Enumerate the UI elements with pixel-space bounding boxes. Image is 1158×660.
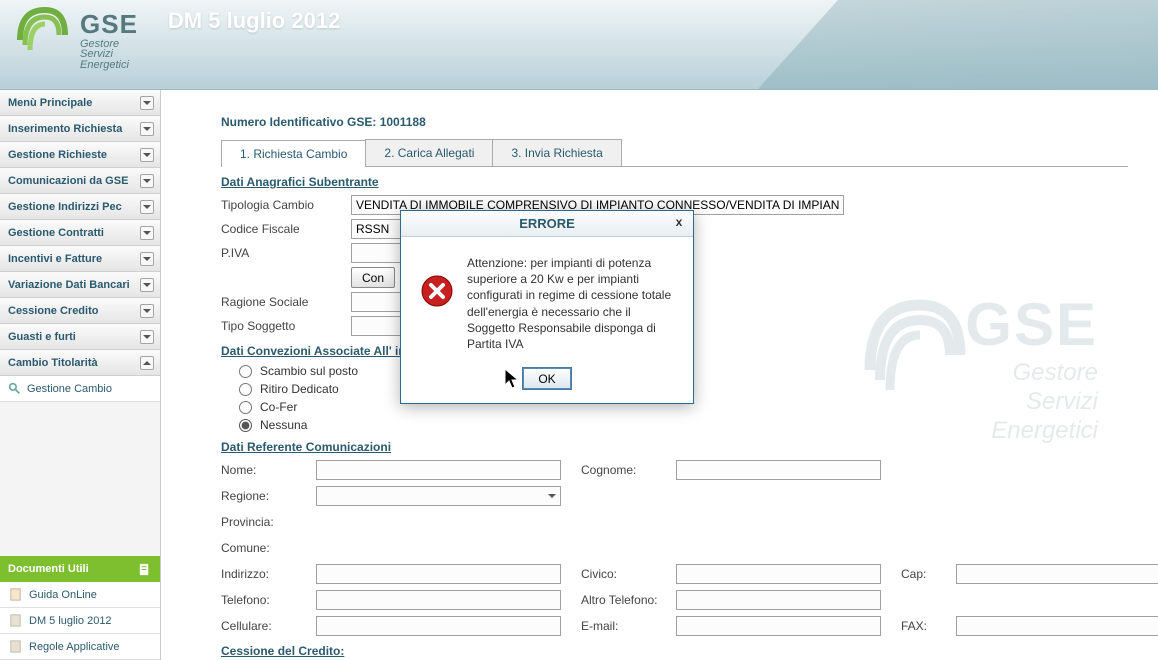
- nav-gestione-indirizzi-pec[interactable]: Gestione Indirizzi Pec: [0, 194, 160, 220]
- logo-text: GSE: [80, 9, 138, 40]
- section-dati-anagrafici: Dati Anagrafici Subentrante: [221, 175, 1128, 189]
- input-altro-telefono[interactable]: [676, 590, 881, 610]
- tab-carica-allegati[interactable]: 2. Carica Allegati: [365, 139, 493, 166]
- tab-richiesta-cambio[interactable]: 1. Richiesta Cambio: [221, 140, 366, 167]
- doc-guida-online[interactable]: Guida OnLine: [0, 582, 160, 608]
- dialog-message: Attenzione: per impianti di potenza supe…: [467, 255, 673, 352]
- nav-guasti-furti[interactable]: Guasti e furti: [0, 324, 160, 350]
- input-telefono[interactable]: [316, 590, 561, 610]
- nav-menu-principale[interactable]: Menù Principale: [0, 90, 160, 116]
- chevron-down-icon: [140, 122, 154, 136]
- label-ragione-sociale: Ragione Sociale: [221, 295, 351, 309]
- identificativo-gse: Numero Identificativo GSE: 1001188: [221, 115, 1128, 129]
- input-cap[interactable]: [956, 564, 1158, 584]
- nav-gestione-contratti[interactable]: Gestione Contratti: [0, 220, 160, 246]
- header-decoration: [758, 0, 1158, 89]
- select-regione[interactable]: [316, 486, 561, 506]
- close-button[interactable]: x: [671, 215, 687, 231]
- app-header: GSE Gestore Servizi Energetici DM 5 lugl…: [0, 0, 1158, 90]
- chevron-down-icon: [140, 226, 154, 240]
- input-cognome[interactable]: [676, 460, 881, 480]
- chevron-down-icon: [140, 252, 154, 266]
- chevron-down-icon: [140, 278, 154, 292]
- label-tipo-soggetto: Tipo Soggetto: [221, 319, 351, 333]
- doc-icon: [8, 613, 23, 628]
- chevron-down-icon: [140, 148, 154, 162]
- dialog-title: ERRORE x: [401, 211, 693, 237]
- logo-icon: [15, 5, 70, 75]
- doc-icon: [8, 639, 23, 654]
- nav-sub-gestione-cambio[interactable]: Gestione Cambio: [0, 376, 160, 402]
- nav-inserimento-richiesta[interactable]: Inserimento Richiesta: [0, 116, 160, 142]
- logo: GSE Gestore Servizi Energetici: [15, 0, 138, 75]
- input-cellulare[interactable]: [316, 616, 561, 636]
- input-civico[interactable]: [676, 564, 881, 584]
- input-nome[interactable]: [316, 460, 561, 480]
- chevron-up-icon: [140, 356, 154, 370]
- error-dialog: ERRORE x Attenzione: per impianti di pot…: [400, 210, 694, 404]
- section-cessione-credito: Cessione del Credito:: [221, 644, 1128, 658]
- label-codice-fiscale: Codice Fiscale: [221, 222, 351, 236]
- tab-invia-richiesta[interactable]: 3. Invia Richiesta: [492, 139, 621, 166]
- page-title: DM 5 luglio 2012: [168, 8, 340, 34]
- docs-header: Documenti Utili: [0, 556, 160, 582]
- input-indirizzo[interactable]: [316, 564, 561, 584]
- doc-regole-applicative[interactable]: Regole Applicative: [0, 634, 160, 660]
- label-piva: P.IVA: [221, 246, 351, 260]
- ok-button[interactable]: OK: [523, 368, 571, 389]
- doc-dm-5-luglio[interactable]: DM 5 luglio 2012: [0, 608, 160, 634]
- radio-nessuna[interactable]: Nessuna: [239, 418, 1128, 432]
- search-icon: [8, 382, 21, 395]
- nav-cambio-titolarita[interactable]: Cambio Titolarità: [0, 350, 160, 376]
- chevron-down-icon: [140, 330, 154, 344]
- chevron-down-icon: [140, 200, 154, 214]
- button-conferma[interactable]: Con: [351, 267, 395, 288]
- chevron-down-icon: [140, 96, 154, 110]
- section-dati-referente: Dati Referente Comunicazioni: [221, 440, 1128, 454]
- nav-variazione-dati-bancari[interactable]: Variazione Dati Bancari: [0, 272, 160, 298]
- input-fax[interactable]: [956, 616, 1158, 636]
- doc-icon: [8, 587, 23, 602]
- sidebar: Menù Principale Inserimento Richiesta Ge…: [0, 90, 161, 660]
- error-icon: [421, 275, 453, 307]
- nav-cessione-credito[interactable]: Cessione Credito: [0, 298, 160, 324]
- step-tabs: 1. Richiesta Cambio 2. Carica Allegati 3…: [221, 139, 1128, 167]
- nav-gestione-richieste[interactable]: Gestione Richieste: [0, 142, 160, 168]
- nav-comunicazioni-gse[interactable]: Comunicazioni da GSE: [0, 168, 160, 194]
- nav-incentivi-fatture[interactable]: Incentivi e Fatture: [0, 246, 160, 272]
- input-email[interactable]: [676, 616, 881, 636]
- chevron-down-icon: [140, 174, 154, 188]
- chevron-down-icon: [140, 304, 154, 318]
- document-icon: [137, 562, 152, 577]
- label-tipologia: Tipologia Cambio: [221, 198, 351, 212]
